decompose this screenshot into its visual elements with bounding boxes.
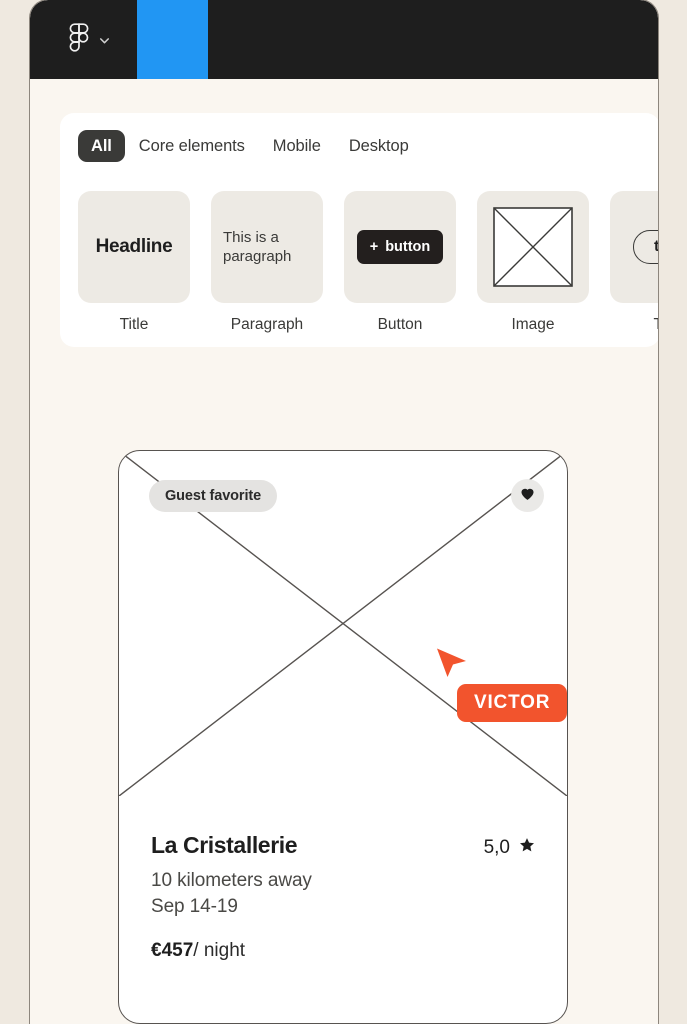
element-caption-title: Title — [119, 316, 149, 333]
listing-price: €457/ night — [151, 940, 535, 962]
rating-value: 5,0 — [483, 837, 510, 858]
category-tabs: All Core elements Mobile Desktop — [78, 130, 423, 162]
listing-details: La Cristallerie 5,0 10 kilometers away S… — [119, 796, 567, 962]
element-caption-tag: Tag — [610, 316, 659, 334]
heart-icon — [519, 485, 536, 507]
paragraph-preview-text: This is a paragraph — [223, 229, 292, 265]
element-card-button[interactable]: + button Button — [344, 191, 456, 334]
listing-title: La Cristallerie — [151, 832, 298, 858]
element-card-image[interactable]: Image — [477, 191, 589, 334]
listing-dates: Sep 14-19 — [151, 896, 238, 917]
element-thumb-tag: tag — [610, 191, 658, 303]
listing-distance: 10 kilometers away — [151, 870, 312, 891]
app-window: All Core elements Mobile Desktop Headlin… — [30, 0, 658, 1024]
tab-all[interactable]: All — [78, 130, 125, 162]
guest-favorite-badge: Guest favorite — [149, 480, 278, 512]
element-thumb-image — [477, 191, 589, 303]
element-card-paragraph[interactable]: This is a paragraph Paragraph — [211, 191, 323, 334]
figma-menu-button[interactable] — [69, 23, 111, 57]
figma-logo-icon — [69, 23, 89, 57]
listing-title-row: La Cristallerie 5,0 — [151, 832, 535, 859]
element-thumb-button: + button — [344, 191, 456, 303]
tab-desktop[interactable]: Desktop — [335, 130, 423, 162]
element-caption-button: Button — [377, 316, 423, 333]
tab-core-elements[interactable]: Core elements — [125, 130, 259, 162]
active-file-tab[interactable] — [137, 0, 208, 79]
favorite-heart-button[interactable] — [511, 479, 544, 512]
price-amount: €457 — [151, 940, 194, 961]
price-unit: / night — [193, 940, 246, 961]
listing-card[interactable]: Guest favorite La Cristallerie 5,0 10 ki… — [118, 450, 568, 1024]
chevron-down-icon — [98, 34, 111, 47]
elements-panel: All Core elements Mobile Desktop Headlin… — [60, 113, 658, 347]
plus-icon: + — [369, 239, 379, 255]
app-topbar — [30, 0, 658, 79]
button-preview: + button — [356, 230, 444, 264]
tab-mobile[interactable]: Mobile — [259, 130, 335, 162]
screen-background: All Core elements Mobile Desktop Headlin… — [0, 0, 687, 1024]
element-caption-paragraph: Paragraph — [230, 316, 304, 333]
rating-group: 5,0 — [484, 837, 535, 859]
element-thumb-paragraph: This is a paragraph — [211, 191, 323, 303]
element-card-strip: Headline Title This is a paragraph Parag… — [78, 191, 658, 334]
button-preview-label: button — [385, 239, 431, 255]
star-icon — [519, 837, 535, 859]
element-card-tag[interactable]: tag Tag — [610, 191, 658, 334]
headline-preview-text: Headline — [95, 236, 173, 257]
element-card-title[interactable]: Headline Title — [78, 191, 190, 334]
image-placeholder-icon — [493, 207, 573, 287]
tag-preview-text: tag — [633, 230, 658, 264]
element-caption-image: Image — [511, 316, 555, 333]
element-thumb-title: Headline — [78, 191, 190, 303]
